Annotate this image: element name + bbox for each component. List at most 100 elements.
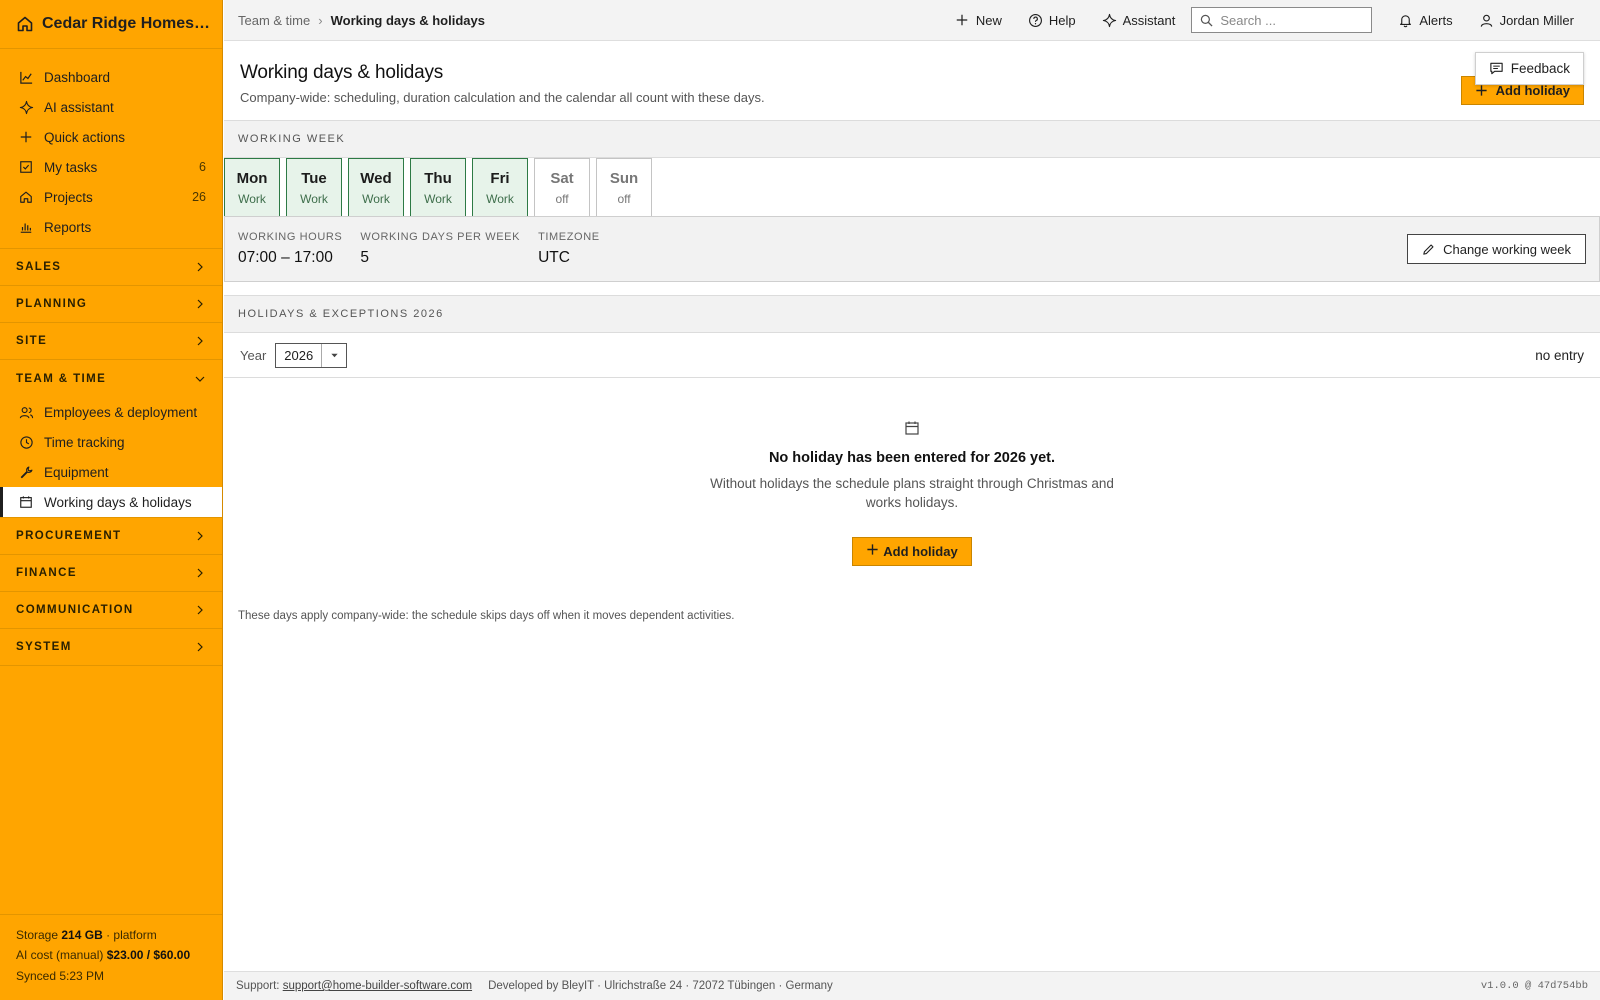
checkbox-icon — [18, 159, 34, 175]
feedback-label: Feedback — [1510, 61, 1570, 76]
people-icon — [18, 404, 34, 420]
day-name: Fri — [490, 169, 510, 187]
chevron-right-icon — [194, 641, 206, 653]
ai-cost-value: $23.00 / $60.00 — [106, 948, 191, 962]
sidebar-item-label: AI assistant — [44, 99, 114, 115]
bar-chart-icon — [18, 219, 34, 235]
chevron-right-icon — [194, 604, 206, 616]
year-label: Year — [240, 347, 267, 363]
sidebar-item-label: Equipment — [44, 464, 109, 480]
storage-value: 214 GB — [61, 927, 103, 942]
search-input[interactable] — [1220, 12, 1361, 28]
day-sun[interactable]: Sun off — [596, 158, 652, 217]
add-holiday-label: Add holiday — [1495, 83, 1570, 98]
breadcrumb-parent[interactable]: Team & time — [238, 13, 310, 28]
day-status: off — [617, 191, 631, 206]
version-info: v1.0.0 @ 47d754bb — [1480, 980, 1588, 992]
chevron-right-icon — [194, 567, 206, 579]
sidebar-item-reports[interactable]: Reports — [0, 212, 222, 242]
pencil-icon — [1422, 243, 1435, 256]
help-button[interactable]: Help — [1028, 13, 1076, 28]
sidebar-footer: Storage 214 GB · platform AI cost (manua… — [0, 913, 222, 1000]
chat-bubble-icon — [1489, 61, 1504, 76]
brand[interactable]: Cedar Ridge Homes L... — [0, 0, 222, 49]
assistant-button[interactable]: Assistant — [1102, 13, 1175, 28]
page-header: Working days & holidays Company-wide: sc… — [224, 41, 1600, 121]
house-icon — [18, 189, 34, 205]
sidebar-item-dashboard[interactable]: Dashboard — [0, 62, 222, 92]
day-name: Sat — [550, 169, 574, 187]
sidebar-item-ai-assistant[interactable]: AI assistant — [0, 92, 222, 122]
chart-line-icon — [18, 69, 34, 85]
sidebar-item-label: Working days & holidays — [44, 494, 192, 510]
support-label: Support: — [236, 980, 280, 992]
section-communication[interactable]: COMMUNICATION — [0, 592, 222, 629]
topbar: Team & time › Working days & holidays Ne… — [224, 0, 1600, 41]
section-label: PROCUREMENT — [16, 530, 122, 542]
main-content: Working days & holidays Company-wide: sc… — [224, 41, 1600, 971]
day-name: Sun — [609, 169, 639, 187]
empty-state: No holiday has been entered for 2026 yet… — [224, 378, 1600, 610]
sidebar-item-equipment[interactable]: Equipment — [0, 457, 222, 487]
section-planning[interactable]: PLANNING — [0, 286, 222, 323]
sidebar-item-label: Employees & deployment — [44, 404, 198, 420]
sidebar-item-employees[interactable]: Employees & deployment — [0, 397, 222, 427]
top-actions: New Help Assistant Alerts Jordan Miller — [929, 0, 1600, 41]
sidebar-item-working-days-holidays[interactable]: Working days & holidays — [0, 487, 222, 517]
search-box[interactable] — [1191, 7, 1373, 33]
section-team-time[interactable]: TEAM & TIME — [0, 360, 222, 397]
calendar-icon — [904, 420, 921, 437]
new-button[interactable]: New — [955, 13, 1002, 28]
day-thu[interactable]: Thu Work — [410, 158, 466, 217]
day-name: Thu — [424, 169, 452, 187]
project-count-badge: 26 — [192, 190, 206, 204]
day-mon[interactable]: Mon Work — [224, 158, 280, 217]
main-nav: Dashboard AI assistant Quick actions My … — [0, 49, 222, 242]
stat-label: TIMEZONE — [538, 231, 600, 243]
add-holiday-button[interactable]: Add holiday — [852, 537, 972, 566]
feedback-button[interactable]: Feedback — [1474, 52, 1584, 85]
breadcrumb: Team & time › Working days & holidays — [224, 13, 485, 28]
alerts-button[interactable]: Alerts — [1398, 13, 1453, 28]
section-sales[interactable]: SALES — [0, 249, 222, 286]
section-site[interactable]: SITE — [0, 323, 222, 360]
day-status: Work — [300, 191, 328, 206]
plus-icon — [955, 13, 970, 28]
day-status: Work — [362, 191, 390, 206]
working-days-stat: WORKING DAYS PER WEEK 5 — [360, 231, 520, 267]
day-tue[interactable]: Tue Work — [286, 158, 342, 217]
sidebar-item-my-tasks[interactable]: My tasks 6 — [0, 152, 222, 182]
day-status: Work — [238, 191, 266, 206]
user-menu-button[interactable]: Jordan Miller — [1479, 13, 1574, 28]
home-icon — [16, 15, 34, 33]
section-system[interactable]: SYSTEM — [0, 629, 222, 666]
working-week-heading: WORKING WEEK — [224, 121, 1600, 158]
change-working-week-button[interactable]: Change working week — [1407, 234, 1586, 264]
working-hours-stat: WORKING HOURS 07:00 – 17:00 — [238, 231, 342, 267]
section-label: COMMUNICATION — [16, 604, 134, 616]
sparkle-icon — [1102, 13, 1117, 28]
sidebar-item-label: Time tracking — [44, 434, 125, 450]
storage-info: Storage 214 GB · platform — [16, 925, 206, 946]
chevron-right-icon — [194, 298, 206, 310]
day-wed[interactable]: Wed Work — [348, 158, 404, 217]
stat-value: 07:00 – 17:00 — [238, 249, 333, 266]
sidebar-item-time-tracking[interactable]: Time tracking — [0, 427, 222, 457]
page-footer: Support: support@home-builder-software.c… — [224, 971, 1600, 1000]
day-fri[interactable]: Fri Work — [472, 158, 528, 217]
section-procurement[interactable]: PROCUREMENT — [0, 518, 222, 555]
year-select[interactable]: 2026 — [275, 342, 348, 368]
search-icon — [1200, 14, 1213, 27]
section-finance[interactable]: FINANCE — [0, 555, 222, 592]
empty-state-title: No holiday has been entered for 2026 yet… — [768, 450, 1056, 466]
stat-value: 5 — [360, 249, 369, 266]
user-icon — [1479, 13, 1494, 28]
support-email-link[interactable]: support@home-builder-software.com — [283, 980, 472, 992]
sidebar-item-projects[interactable]: Projects 26 — [0, 182, 222, 212]
sidebar-item-label: Reports — [44, 219, 92, 235]
sync-status: Synced 5:23 PM — [16, 968, 105, 983]
sidebar-item-quick-actions[interactable]: Quick actions — [0, 122, 222, 152]
day-sat[interactable]: Sat off — [534, 158, 590, 217]
holidays-heading: HOLIDAYS & EXCEPTIONS 2026 — [224, 296, 1600, 333]
stat-label: WORKING HOURS — [238, 231, 343, 243]
